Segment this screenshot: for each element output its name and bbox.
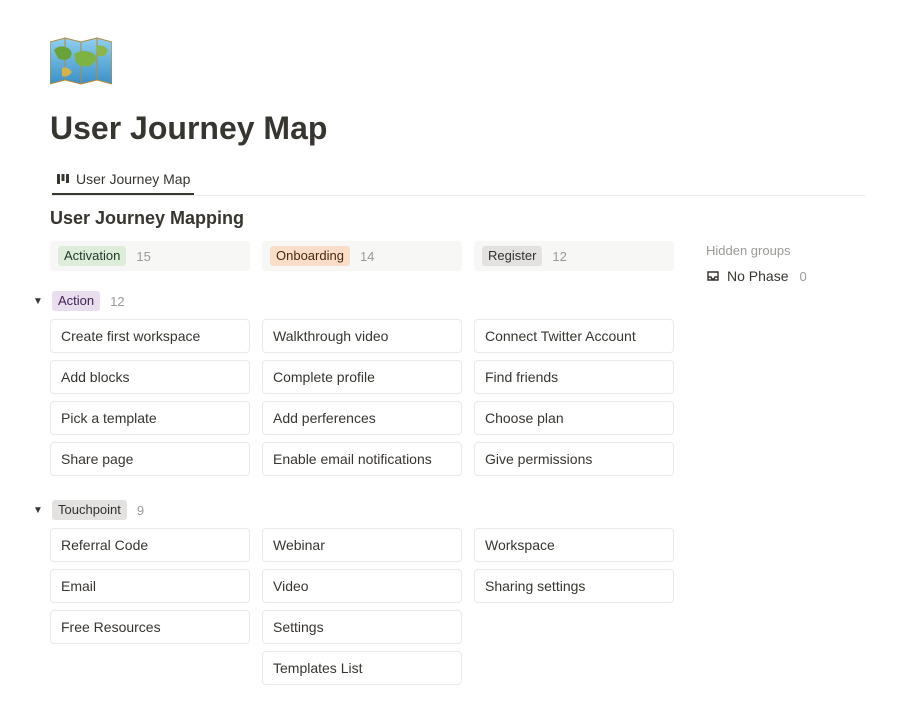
column-pill-onboarding: Onboarding [270,246,350,266]
group-header-action[interactable]: Action 12 [52,291,125,311]
card[interactable]: Webinar [262,528,462,562]
group-count-action: 12 [110,294,124,309]
group-pill-action: Action [52,291,100,311]
card[interactable]: Add perferences [262,401,462,435]
inbox-icon [706,269,720,283]
group-count-touchpoint: 9 [137,503,144,518]
cards-touchpoint-register: Workspace Sharing settings [474,528,674,691]
view-tabs: User Journey Map [50,165,865,196]
card[interactable]: Sharing settings [474,569,674,603]
card[interactable]: Connect Twitter Account [474,319,674,353]
card[interactable]: Complete profile [262,360,462,394]
column-count-register: 12 [552,249,566,264]
section-title: User Journey Mapping [50,208,865,229]
card[interactable]: Create first workspace [50,319,250,353]
tab-user-journey-map[interactable]: User Journey Map [52,165,194,195]
card[interactable]: Video [262,569,462,603]
card[interactable]: Find friends [474,360,674,394]
toggle-action[interactable]: ▼ [32,296,44,307]
card[interactable]: Add blocks [50,360,250,394]
card[interactable]: Email [50,569,250,603]
card[interactable]: Templates List [262,651,462,685]
group-header-touchpoint[interactable]: Touchpoint 9 [52,500,144,520]
column-pill-register: Register [482,246,542,266]
column-count-onboarding: 14 [360,249,374,264]
hidden-groups-title: Hidden groups [706,243,807,258]
column-count-activation: 15 [136,249,150,264]
card[interactable]: Enable email notifications [262,442,462,476]
toggle-touchpoint[interactable]: ▼ [32,505,44,516]
board-icon [56,172,70,186]
page-title: User Journey Map [50,110,865,147]
cards-action-activation: Create first workspace Add blocks Pick a… [50,319,250,482]
column-header-activation[interactable]: Activation 15 [50,241,250,271]
tab-label: User Journey Map [76,171,190,187]
card[interactable]: Walkthrough video [262,319,462,353]
group-pill-touchpoint: Touchpoint [52,500,127,520]
column-pill-activation: Activation [58,246,126,266]
card[interactable]: Workspace [474,528,674,562]
column-header-register[interactable]: Register 12 [474,241,674,271]
card[interactable]: Free Resources [50,610,250,644]
card[interactable]: Settings [262,610,462,644]
column-header-onboarding[interactable]: Onboarding 14 [262,241,462,271]
cards-touchpoint-onboarding: Webinar Video Settings Templates List [262,528,462,691]
world-map-icon [50,36,112,88]
hidden-group-count: 0 [799,269,806,284]
hidden-group-label: No Phase [727,268,788,284]
hidden-group-no-phase[interactable]: No Phase 0 [706,268,807,284]
hidden-groups-panel: Hidden groups No Phase 0 [706,241,807,709]
card[interactable]: Share page [50,442,250,476]
card[interactable]: Choose plan [474,401,674,435]
card[interactable]: Pick a template [50,401,250,435]
cards-action-onboarding: Walkthrough video Complete profile Add p… [262,319,462,482]
card[interactable]: Give permissions [474,442,674,476]
cards-action-register: Connect Twitter Account Find friends Cho… [474,319,674,482]
cards-touchpoint-activation: Referral Code Email Free Resources [50,528,250,691]
column-headers: Activation 15 Onboarding 14 Register 12 [50,241,674,285]
card[interactable]: Referral Code [50,528,250,562]
